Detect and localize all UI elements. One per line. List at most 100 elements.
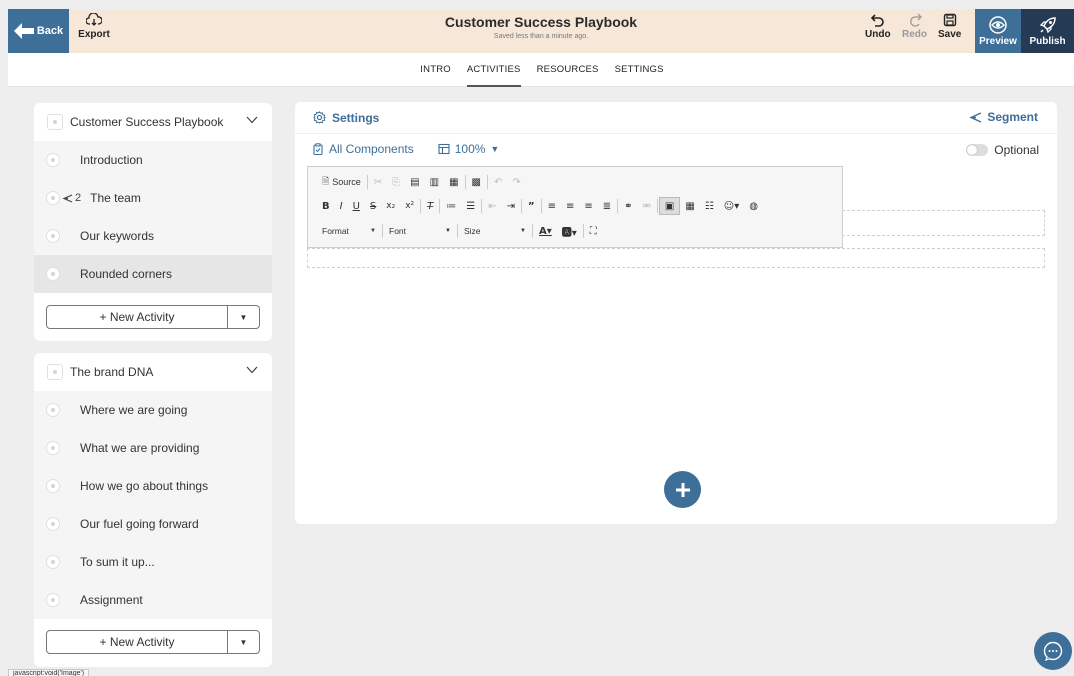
horizontal-line-icon[interactable]: ☷ [700,197,719,215]
activity-item[interactable]: 2 The team [34,179,272,217]
subscript-icon[interactable]: x₂ [381,197,400,215]
undo-icon [870,14,884,27]
italic-icon[interactable]: I [335,197,348,215]
activity-item-selected[interactable]: Rounded corners [34,255,272,293]
activity-item[interactable]: Our fuel going forward [34,505,272,543]
globe-icon[interactable]: ◍ [744,197,763,215]
unlink-icon[interactable]: ⚮ [638,197,656,215]
activity-label: To sum it up... [80,555,155,569]
indent-icon[interactable]: ⇥ [502,197,520,215]
tab-activities[interactable]: ACTIVITIES [466,53,521,87]
size-dropdown[interactable]: Size ▼ [459,223,531,239]
toggle-switch[interactable] [966,144,989,156]
settings-button[interactable]: Settings [313,111,379,125]
activity-item[interactable]: Assignment [34,581,272,619]
new-activity-button[interactable]: + New Activity [47,631,228,653]
toolbar-separator [481,199,483,213]
undo-icon[interactable]: ↶ [489,173,507,191]
align-center-icon[interactable]: ≡ [561,197,579,215]
toolbar-separator [464,175,466,189]
emoji-icon[interactable]: ☺▾ [719,197,744,215]
numbered-list-icon[interactable]: ≔ [441,197,461,215]
preview-button[interactable]: Preview [975,9,1021,53]
image-icon[interactable]: ▣ [658,197,681,215]
paste-text-icon[interactable]: ▥ [425,173,444,191]
add-component-button[interactable] [664,471,701,508]
text-color-icon[interactable]: A▾ [534,222,557,240]
activity-item[interactable]: Our keywords [34,217,272,255]
new-activity-dropdown-icon[interactable]: ▼ [228,631,259,653]
size-label: Size [464,226,481,236]
new-activity-control: + New Activity ▼ [46,305,260,329]
tab-settings[interactable]: SETTINGS [615,53,664,87]
align-left-icon[interactable]: ≡ [543,197,561,215]
format-dropdown[interactable]: Format ▼ [317,223,381,239]
new-activity-dropdown-icon[interactable]: ▼ [228,306,259,328]
underline-icon[interactable]: U [348,197,365,215]
activity-item[interactable]: Where we are going [34,391,272,429]
activity-handle-icon [46,153,60,167]
source-button[interactable]: 🗎 Source [317,173,366,191]
align-right-icon[interactable]: ≡ [579,197,597,215]
activity-label: Where we are going [80,403,188,417]
paste-word-icon[interactable]: ▦ [444,173,463,191]
caret-down-icon: ▼ [370,228,376,234]
undo-button[interactable]: Undo [865,13,891,40]
toolbar-separator [540,199,542,213]
superscript-icon[interactable]: x² [400,197,419,215]
toolbar-separator [457,224,458,238]
activity-handle-icon [46,229,60,243]
link-icon[interactable]: ⚭ [619,197,637,215]
new-activity-button[interactable]: + New Activity [47,306,228,328]
redo-button[interactable]: Redo [902,13,927,40]
redo-icon[interactable]: ↷ [507,173,525,191]
segment-count: 2 [75,192,82,204]
activity-item[interactable]: To sum it up... [34,543,272,581]
gear-icon [313,111,326,124]
activity-item[interactable]: How we go about things [34,467,272,505]
align-justify-icon[interactable]: ≣ [598,197,616,215]
clear-formatting-icon[interactable]: T̶ [422,197,438,215]
tab-resources[interactable]: RESOURCES [537,53,599,87]
segment-icon [62,193,73,203]
back-button[interactable]: Back [8,9,69,53]
save-button[interactable]: Save [938,13,961,40]
nav-bar: INTRO ACTIVITIES RESOURCES SETTINGS [8,53,1074,87]
all-components-button[interactable]: All Components [312,142,414,156]
optional-toggle[interactable]: Optional [966,143,1039,157]
maximize-icon[interactable]: ⛶ [585,222,602,240]
chat-button[interactable] [1034,632,1072,670]
zoom-dropdown[interactable]: 100% ▼ [438,142,499,156]
section-drag-handle-icon[interactable] [47,364,63,380]
source-label: Source [332,177,361,187]
cut-icon[interactable]: ✂ [369,173,387,191]
activity-label: Our keywords [80,229,155,243]
bold-icon[interactable]: B [317,197,335,215]
chevron-down-icon[interactable] [246,366,258,374]
find-replace-icon[interactable]: ▩ [467,173,486,191]
activity-item[interactable]: Introduction [34,141,272,179]
paste-icon[interactable]: ▤ [405,173,424,191]
tab-intro[interactable]: INTRO [420,53,451,87]
bulleted-list-icon[interactable]: ☰ [461,197,480,215]
strikethrough-icon[interactable]: S [365,197,381,215]
content-block-placeholder[interactable] [307,248,1045,268]
export-button[interactable]: Export [76,13,112,49]
outdent-icon[interactable]: ⇤ [483,197,501,215]
toolbar-separator [366,175,368,189]
redo-icon [909,13,922,27]
activity-item[interactable]: What we are providing [34,429,272,467]
publish-button[interactable]: Publish [1021,9,1074,53]
table-icon[interactable]: ▦ [680,197,699,215]
background-color-icon[interactable]: 🅰▾ [557,222,582,240]
section-header[interactable]: The brand DNA [34,353,272,391]
section-header[interactable]: Customer Success Playbook [34,103,272,141]
chevron-down-icon[interactable] [246,116,258,124]
segment-button[interactable]: Segment [969,110,1038,124]
section-drag-handle-icon[interactable] [47,114,63,130]
blockquote-icon[interactable]: ” [523,197,540,215]
copy-icon[interactable]: ⎘ [387,173,405,191]
font-dropdown[interactable]: Font ▼ [384,223,456,239]
status-bar-tooltip: javascript:void('Image') [8,669,90,676]
activity-label: Introduction [80,153,143,167]
